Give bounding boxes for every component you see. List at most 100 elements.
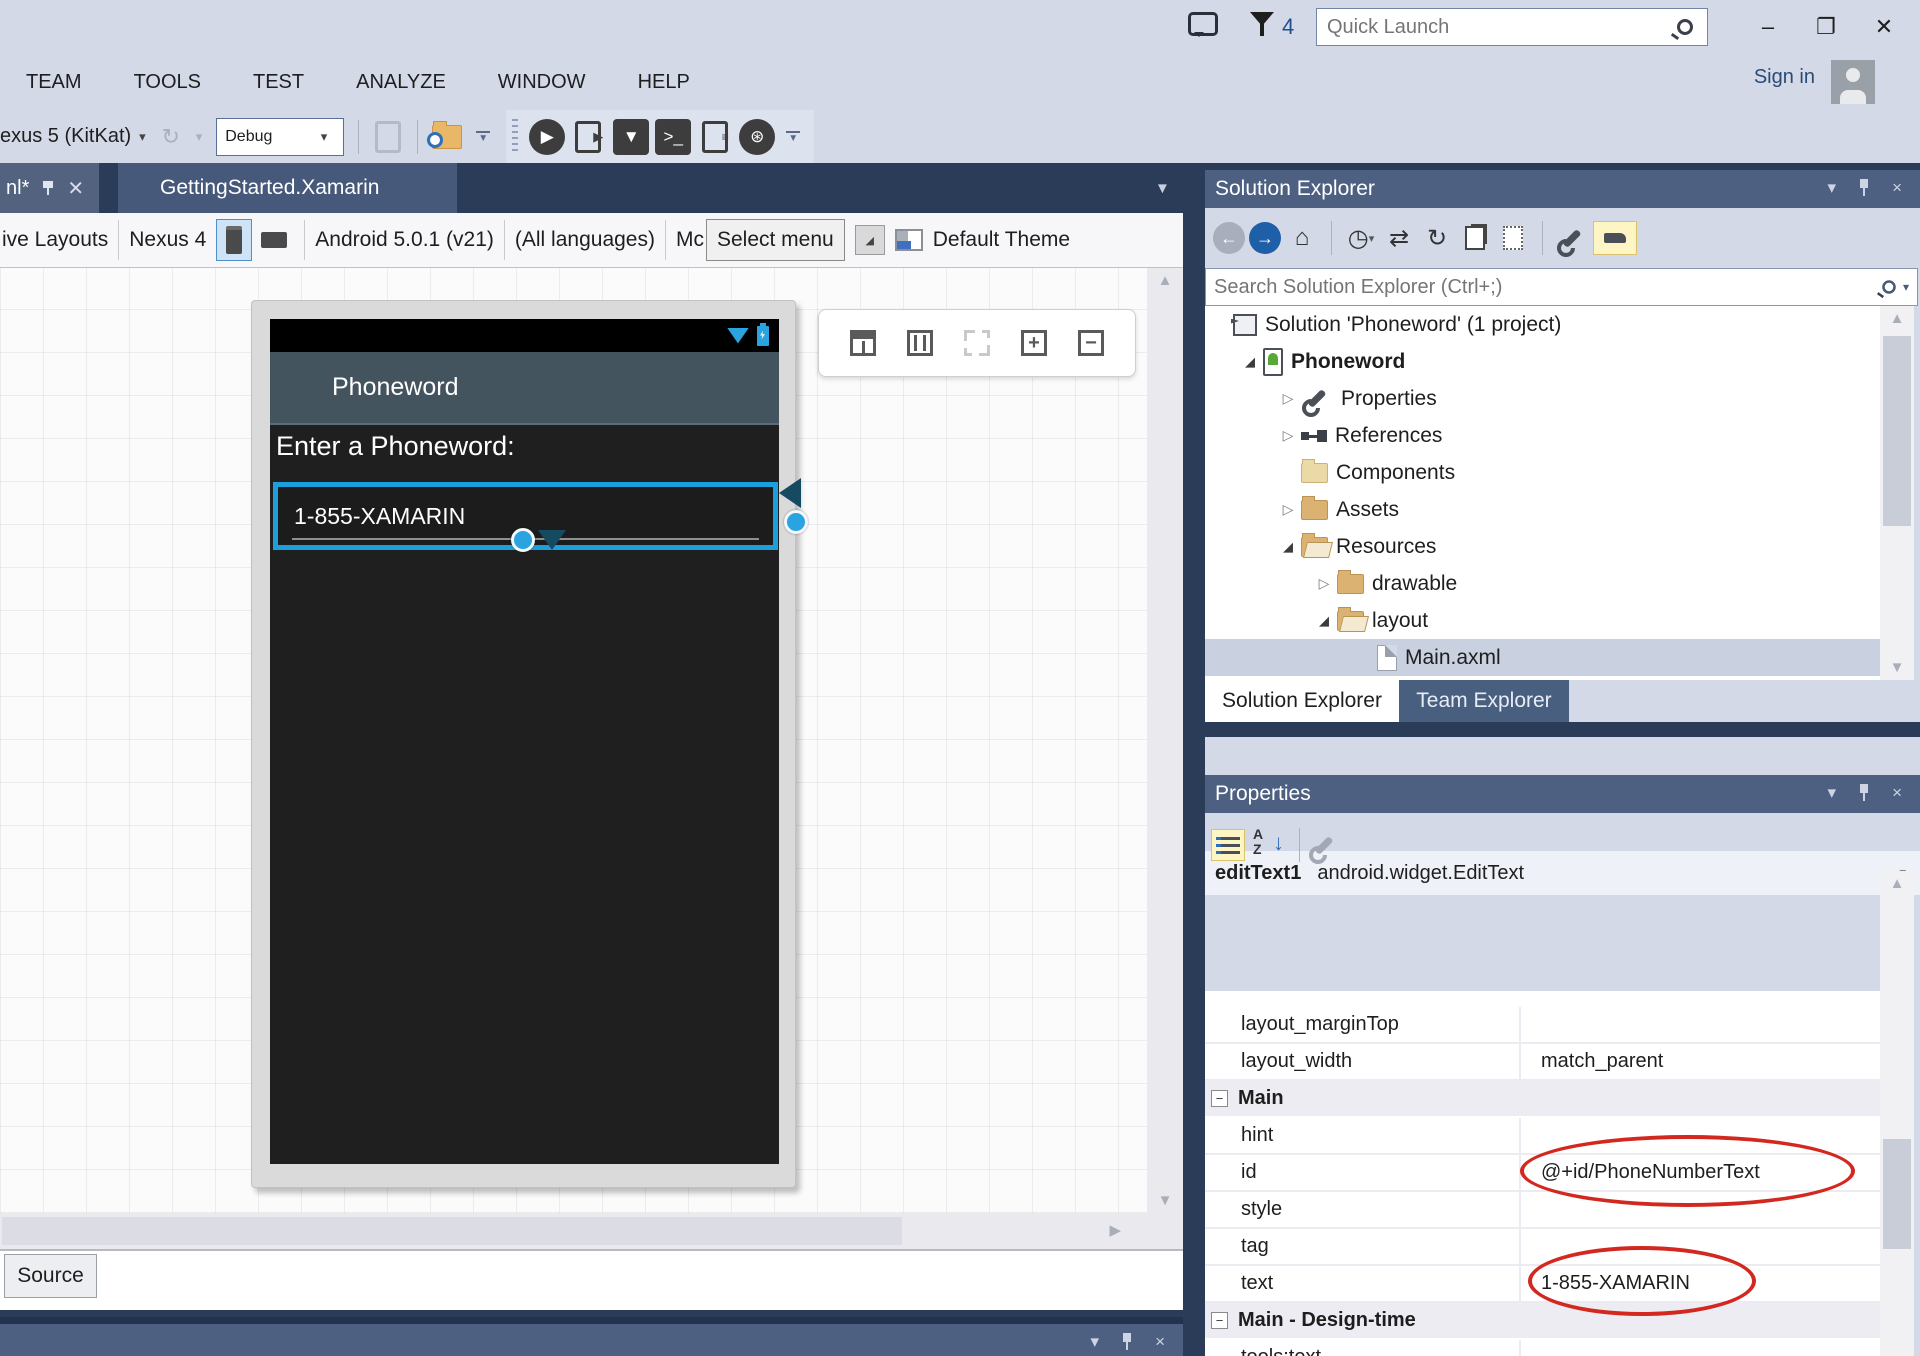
configuration-combobox[interactable]: Debug ▾	[216, 118, 344, 156]
tab-solution-explorer[interactable]: Solution Explorer	[1205, 680, 1399, 722]
property-value[interactable]	[1521, 1007, 1880, 1042]
collapse-all-icon[interactable]	[1458, 221, 1492, 255]
vertical-scrollbar[interactable]: ▲ ▼	[1147, 268, 1183, 1213]
solution-search-input[interactable]	[1206, 276, 1881, 299]
property-row[interactable]: tools:text	[1205, 1340, 1880, 1356]
close-icon[interactable]	[1155, 1332, 1165, 1352]
scroll-up-icon[interactable]: ▲	[1890, 871, 1905, 896]
scroll-up-icon[interactable]: ▲	[1158, 268, 1173, 293]
tree-item-project[interactable]: ◢ Phoneword	[1205, 343, 1880, 380]
tree-item-main-axml[interactable]: Main.axml	[1205, 639, 1880, 676]
tree-item-solution[interactable]: Solution 'Phoneword' (1 project)	[1205, 306, 1880, 343]
properties-scrollbar[interactable]: ▲ ▼	[1880, 871, 1914, 1356]
tree-scrollbar[interactable]: ▲ ▼	[1880, 306, 1914, 680]
tab-gettingstarted[interactable]: GettingStarted.Xamarin	[118, 163, 457, 213]
pin-icon[interactable]	[1858, 784, 1870, 802]
pending-changes-icon[interactable]: ◷▾	[1344, 221, 1378, 255]
scrollbar-thumb[interactable]	[1883, 1139, 1911, 1249]
theme-dropdown[interactable]: Default Theme	[933, 228, 1070, 252]
language-dropdown[interactable]: (All languages)	[515, 228, 655, 252]
tree-item-components[interactable]: Components	[1205, 454, 1880, 491]
expander-expanded-icon[interactable]: ◢	[1311, 613, 1337, 629]
phone-screen[interactable]: Phoneword Enter a Phoneword: 1-855-XAMAR…	[270, 319, 779, 1164]
tab-team-explorer[interactable]: Team Explorer	[1399, 680, 1569, 722]
split-view-icon[interactable]	[850, 330, 876, 356]
expander-collapsed-icon[interactable]: ▷	[1311, 575, 1337, 592]
solution-explorer-header[interactable]: Solution Explorer	[1205, 170, 1920, 208]
expander-collapsed-icon[interactable]: ▷	[1275, 427, 1301, 444]
pin-icon[interactable]	[1121, 1333, 1133, 1351]
menu-window[interactable]: WINDOW	[472, 71, 612, 94]
window-menu-icon[interactable]	[1828, 783, 1837, 803]
property-group-header[interactable]: − Main	[1205, 1081, 1880, 1118]
scrollbar-thumb[interactable]	[2, 1217, 902, 1245]
fit-to-screen-icon[interactable]	[964, 330, 990, 356]
menu-tools[interactable]: TOOLS	[108, 71, 227, 94]
expander-collapsed-icon[interactable]: ▷	[1275, 390, 1301, 407]
ruler-icon[interactable]	[907, 330, 933, 356]
property-row[interactable]: tag	[1205, 1229, 1880, 1266]
collapse-group-icon[interactable]: −	[1211, 1312, 1228, 1329]
window-menu-icon[interactable]	[1828, 178, 1837, 198]
run-icon[interactable]: ▶	[529, 119, 565, 155]
feedback-icon[interactable]	[1188, 12, 1218, 36]
toolbar-overflow-icon[interactable]	[786, 131, 800, 143]
resize-handle-circle[interactable]	[784, 510, 808, 534]
close-icon[interactable]	[1892, 178, 1902, 198]
tree-item-drawable[interactable]: ▷ drawable	[1205, 565, 1880, 602]
find-in-files-icon[interactable]	[429, 119, 465, 155]
scroll-down-icon[interactable]: ▼	[1158, 1188, 1173, 1213]
tab-list-dropdown-icon[interactable]: ▼	[1155, 180, 1170, 197]
device-dropdown[interactable]: Nexus 4	[129, 228, 206, 252]
web-icon[interactable]: ⊛	[739, 119, 775, 155]
android-version-dropdown[interactable]: Android 5.0.1 (v21)	[315, 228, 494, 252]
solution-search[interactable]: ▾	[1205, 268, 1918, 306]
tree-item-references[interactable]: ▷ References	[1205, 417, 1880, 454]
home-icon[interactable]: ⌂	[1285, 221, 1319, 255]
scroll-up-icon[interactable]: ▲	[1890, 306, 1905, 331]
property-value[interactable]: match_parent	[1521, 1044, 1880, 1079]
chevron-down-icon[interactable]: ▾	[1903, 280, 1909, 294]
preview-docs-icon[interactable]	[1496, 221, 1530, 255]
device-log-icon[interactable]: ≡	[697, 119, 733, 155]
property-row[interactable]: layout_width match_parent	[1205, 1044, 1880, 1081]
menu-dropdown-button[interactable]: ◢	[855, 225, 885, 255]
minimize-button[interactable]: –	[1746, 10, 1790, 44]
close-icon[interactable]	[1892, 783, 1902, 803]
properties-wrench-icon[interactable]	[1555, 221, 1589, 255]
close-button[interactable]: ✕	[1862, 10, 1906, 44]
maximize-button[interactable]: ❐	[1804, 10, 1848, 44]
console-icon[interactable]: >_	[655, 119, 691, 155]
account-avatar[interactable]	[1831, 60, 1875, 104]
zoom-out-icon[interactable]: −	[1078, 330, 1104, 356]
resize-handle-circle[interactable]	[511, 528, 535, 552]
property-group-header[interactable]: − Main - Design-time	[1205, 1303, 1880, 1340]
tree-item-properties[interactable]: ▷ Properties	[1205, 380, 1880, 417]
toolbar-overflow-icon[interactable]	[476, 131, 490, 143]
horizontal-scrollbar[interactable]: ▶	[0, 1213, 1147, 1249]
quick-launch-input[interactable]	[1317, 16, 1677, 39]
tree-item-assets[interactable]: ▷ Assets	[1205, 491, 1880, 528]
textview-label[interactable]: Enter a Phoneword:	[276, 431, 515, 462]
forward-icon[interactable]: →	[1249, 222, 1281, 254]
resize-handle-down-icon[interactable]	[538, 530, 566, 550]
scrollbar-thumb[interactable]	[1883, 336, 1911, 526]
categorized-view-button[interactable]	[1211, 829, 1245, 861]
phone-preview[interactable]: Phoneword Enter a Phoneword: 1-855-XAMAR…	[251, 300, 796, 1188]
portrait-button[interactable]	[216, 219, 252, 261]
property-row[interactable]: layout_marginTop	[1205, 1007, 1880, 1044]
toolbar-drag-handle[interactable]	[512, 119, 518, 155]
tree-item-resources[interactable]: ◢ Resources	[1205, 528, 1880, 565]
collapse-group-icon[interactable]: −	[1211, 1090, 1228, 1107]
device-selector[interactable]: exus 5 (KitKat)	[0, 125, 131, 148]
close-icon[interactable]: ✕	[67, 176, 84, 201]
select-menu-dropdown[interactable]: Select menu	[706, 219, 845, 261]
scroll-down-icon[interactable]: ▼	[1890, 655, 1905, 680]
expander-collapsed-icon[interactable]: ▷	[1275, 501, 1301, 518]
sign-in-link[interactable]: Sign in	[1754, 66, 1815, 89]
tab-main-axml[interactable]: nl* ✕	[0, 163, 99, 213]
preview-selected-items-toggle[interactable]	[1593, 221, 1637, 255]
tree-item-layout[interactable]: ◢ layout	[1205, 602, 1880, 639]
refresh-icon[interactable]: ↻	[1420, 221, 1454, 255]
alternative-layouts-button[interactable]: ive Layouts	[2, 228, 108, 252]
